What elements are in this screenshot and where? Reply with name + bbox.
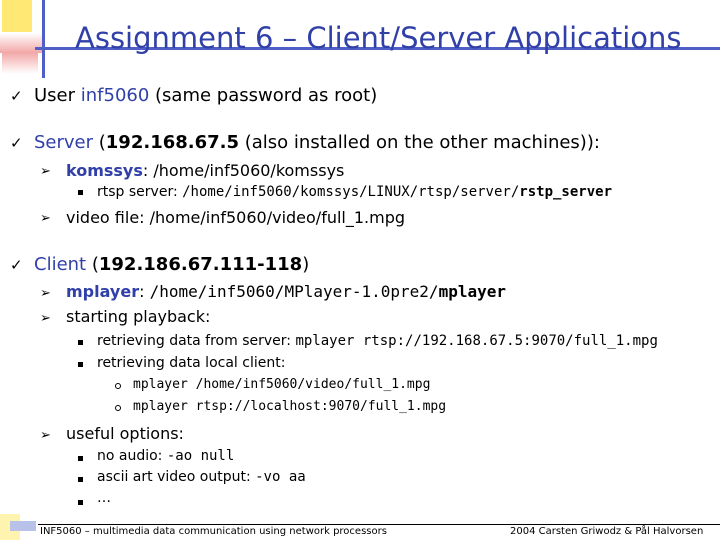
mplayer-path: /home/inf5060/MPlayer-1.0pre2/ xyxy=(149,282,439,301)
no-audio-cmd: -ao null xyxy=(166,448,235,464)
server-prefix: Server xyxy=(34,132,99,153)
ascii-art-line: ascii art video output: -vo aa xyxy=(97,469,306,485)
komssys-name: komssys xyxy=(66,161,143,180)
server-suffix: (also installed on the other machines)): xyxy=(239,132,600,153)
arrow-bullet-icon: ➢ xyxy=(40,211,51,226)
komssys-path: : /home/inf5060/komssys xyxy=(142,161,345,180)
mplayer-line: mplayer: /home/inf5060/MPlayer-1.0pre2/m… xyxy=(66,282,506,301)
user-suffix: (same password as root) xyxy=(149,85,378,106)
retrieve-server-label: retrieving data from server: xyxy=(97,333,296,349)
ascii-art-label: ascii art video output: xyxy=(97,469,256,485)
arrow-bullet-icon: ➢ xyxy=(40,286,51,301)
retrieve-server-cmd: mplayer rtsp://192.168.67.5:9070/full_1.… xyxy=(295,333,658,349)
server-open-paren: ( xyxy=(98,132,106,153)
footer-rule xyxy=(38,524,720,525)
check-bullet-icon: ✓ xyxy=(10,87,23,105)
retrieve-server-line: retrieving data from server: mplayer rts… xyxy=(97,333,658,349)
retrieve-local-line: retrieving data local client: xyxy=(97,355,286,371)
corner-red-gradient-top xyxy=(0,33,42,53)
ascii-art-cmd: -vo aa xyxy=(255,469,306,485)
square-bullet-icon xyxy=(78,362,83,367)
bottom-blue-square xyxy=(10,521,36,531)
square-bullet-icon xyxy=(78,190,83,195)
check-bullet-icon: ✓ xyxy=(10,134,23,152)
no-audio-label: no audio: xyxy=(97,448,167,464)
starting-playback-line: starting playback: xyxy=(66,307,211,326)
video-file-line: video file: /home/inf5060/video/full_1.m… xyxy=(66,208,406,227)
square-bullet-icon xyxy=(78,500,83,505)
local-command-2: mplayer rtsp://localhost:9070/full_1.mpg xyxy=(133,399,447,414)
local-command-1: mplayer /home/inf5060/video/full_1.mpg xyxy=(133,377,431,392)
corner-red-gradient-bottom xyxy=(2,52,38,74)
rtsp-path: /home/inf5060/komssys/LINUX/rtsp/server/ xyxy=(182,184,520,200)
client-line: Client (192.186.67.111-118) xyxy=(34,254,309,275)
arrow-bullet-icon: ➢ xyxy=(40,428,51,443)
user-line: User inf5060 (same password as root) xyxy=(34,85,377,106)
circle-bullet-icon xyxy=(115,383,121,389)
server-line: Server (192.168.67.5 (also installed on … xyxy=(34,132,600,153)
user-prefix: User xyxy=(34,85,81,106)
circle-bullet-icon xyxy=(115,405,121,411)
client-close-paren: ) xyxy=(302,254,310,275)
footer-authors: 2004 Carsten Griwodz & Pål Halvorsen xyxy=(510,526,704,537)
user-name: inf5060 xyxy=(80,85,150,106)
server-ip: 192.168.67.5 xyxy=(105,132,240,153)
square-bullet-icon xyxy=(78,456,83,461)
client-ip: 192.186.67.111-118 xyxy=(98,254,303,275)
mplayer-binary: mplayer xyxy=(438,282,506,301)
vertical-blue-rule xyxy=(42,0,45,78)
arrow-bullet-icon: ➢ xyxy=(40,164,51,179)
client-open-paren: ( xyxy=(91,254,99,275)
komssys-line: komssys: /home/inf5060/komssys xyxy=(66,161,344,180)
mplayer-colon: : xyxy=(139,282,150,301)
rtsp-label: rtsp server: xyxy=(97,184,183,200)
mplayer-name: mplayer xyxy=(66,282,140,301)
check-bullet-icon: ✓ xyxy=(10,256,23,274)
slide-title: Assignment 6 – Client/Server Application… xyxy=(75,21,682,55)
footer-course: INF5060 – multimedia data communication … xyxy=(40,526,387,537)
rtsp-binary: rstp_server xyxy=(519,184,612,200)
square-bullet-icon xyxy=(78,477,83,482)
corner-yellow-square xyxy=(2,0,32,32)
no-audio-line: no audio: -ao null xyxy=(97,448,234,464)
square-bullet-icon xyxy=(78,340,83,345)
useful-options-line: useful options: xyxy=(66,424,184,443)
arrow-bullet-icon: ➢ xyxy=(40,311,51,326)
client-prefix: Client xyxy=(34,254,92,275)
rtsp-server-line: rtsp server: /home/inf5060/komssys/LINUX… xyxy=(97,184,612,200)
ellipsis-line: … xyxy=(97,490,111,506)
